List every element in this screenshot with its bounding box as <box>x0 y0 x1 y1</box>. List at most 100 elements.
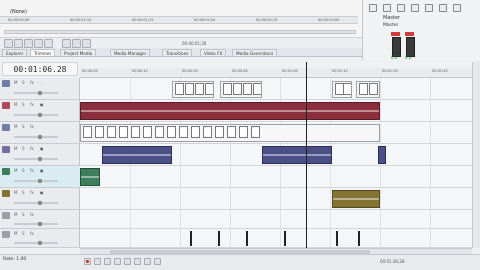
record-icon[interactable]: ● <box>40 191 45 195</box>
volume-slider[interactable] <box>14 242 58 244</box>
solo-icon[interactable]: S <box>22 81 27 85</box>
mute-icon[interactable] <box>411 4 419 12</box>
audio-clip[interactable] <box>80 168 100 186</box>
solo-icon[interactable]: S <box>22 103 27 107</box>
volume-slider[interactable] <box>14 202 58 204</box>
fx-icon[interactable]: fx <box>30 103 35 107</box>
solo-icon[interactable]: S <box>22 191 27 195</box>
volume-slider[interactable] <box>14 180 58 182</box>
add-to-timeline-button[interactable] <box>82 39 91 48</box>
timeline-tracks[interactable] <box>80 78 472 248</box>
go-to-end-button[interactable] <box>44 39 53 48</box>
mute-icon[interactable]: M <box>14 191 19 195</box>
tab-project-media[interactable]: Project Media <box>60 49 97 56</box>
pause-button[interactable] <box>124 258 131 265</box>
fx-icon[interactable]: fx <box>30 125 35 129</box>
mark-out-button[interactable] <box>72 39 81 48</box>
track-header[interactable]: M S fx ● <box>0 100 80 122</box>
lock-icon[interactable] <box>439 4 447 12</box>
track-header[interactable]: M S fx ● <box>0 166 80 188</box>
gear-icon[interactable] <box>369 4 377 12</box>
track-lane[interactable] <box>80 166 472 188</box>
fx-icon[interactable]: fx <box>30 81 35 85</box>
volume-knob[interactable] <box>38 201 42 205</box>
mute-icon[interactable]: M <box>14 232 19 236</box>
solo-icon[interactable]: S <box>22 169 27 173</box>
trimmer-scrollbar[interactable] <box>4 30 356 34</box>
audio-clip[interactable] <box>80 102 380 120</box>
fx-icon[interactable] <box>397 4 405 12</box>
fx-icon[interactable]: fx <box>30 147 35 151</box>
pause-button[interactable] <box>34 39 43 48</box>
loop-button[interactable] <box>94 258 101 265</box>
audio-clip[interactable] <box>332 190 380 208</box>
play-button[interactable] <box>114 258 121 265</box>
video-clip[interactable] <box>332 81 352 98</box>
solo-icon[interactable]: S <box>22 125 27 129</box>
event-marker[interactable] <box>190 231 192 246</box>
stop-button[interactable] <box>24 39 33 48</box>
track-lane[interactable] <box>80 100 472 122</box>
track-header[interactable]: M S fx <box>0 210 80 229</box>
mark-in-button[interactable] <box>62 39 71 48</box>
audio-clip[interactable] <box>102 146 172 164</box>
record-icon[interactable]: ● <box>40 169 45 173</box>
track-header[interactable]: M S fx ● <box>0 144 80 166</box>
volume-knob[interactable] <box>38 113 42 117</box>
video-clip[interactable] <box>220 81 262 98</box>
level-slider[interactable] <box>14 92 58 94</box>
tab-explorer[interactable]: Explorer <box>2 49 28 56</box>
video-clip[interactable] <box>172 81 214 98</box>
track-lane[interactable] <box>80 122 472 144</box>
record-icon[interactable]: ● <box>40 103 45 107</box>
solo-icon[interactable]: S <box>22 147 27 151</box>
tab-media-manager[interactable]: Media Manager <box>110 49 151 56</box>
level-knob[interactable] <box>38 135 42 139</box>
level-knob[interactable] <box>38 91 42 95</box>
stop-button[interactable] <box>134 258 141 265</box>
mute-icon[interactable]: M <box>14 81 19 85</box>
track-lane[interactable] <box>80 78 472 100</box>
fx-icon[interactable]: fx <box>30 191 35 195</box>
track-header[interactable]: M S fx <box>0 122 80 144</box>
record-button[interactable] <box>84 258 91 265</box>
event-marker[interactable] <box>218 231 220 246</box>
track-lane[interactable] <box>80 210 472 229</box>
video-clip[interactable] <box>356 81 380 98</box>
track-header[interactable]: M S fx ◦ <box>0 78 80 100</box>
go-to-start-button[interactable] <box>4 39 13 48</box>
playhead-cursor[interactable] <box>306 62 307 248</box>
eq-icon[interactable] <box>383 4 391 12</box>
solo-icon[interactable] <box>425 4 433 12</box>
event-marker[interactable] <box>284 231 286 246</box>
track-lane[interactable] <box>80 229 472 248</box>
volume-knob[interactable] <box>38 222 42 226</box>
record-icon[interactable]: ● <box>40 147 45 151</box>
go-to-start-button[interactable] <box>144 258 151 265</box>
event-marker[interactable] <box>358 231 360 246</box>
go-to-end-button[interactable] <box>154 258 161 265</box>
mute-icon[interactable]: M <box>14 103 19 107</box>
mute-icon[interactable]: M <box>14 169 19 173</box>
tab-video-fx[interactable]: Video FX <box>200 49 227 56</box>
mute-icon[interactable]: M <box>14 125 19 129</box>
fx-icon[interactable]: fx <box>30 232 35 236</box>
tab-transitions[interactable]: Transitions <box>162 49 193 56</box>
video-clip[interactable] <box>80 124 380 142</box>
volume-slider[interactable] <box>14 223 58 225</box>
mute-icon[interactable]: M <box>14 147 19 151</box>
mute-icon[interactable]: M <box>14 213 19 217</box>
volume-slider[interactable] <box>14 158 58 160</box>
fx-icon[interactable]: fx <box>30 169 35 173</box>
level-slider[interactable] <box>14 136 58 138</box>
solo-icon[interactable]: S <box>22 213 27 217</box>
volume-slider[interactable] <box>14 114 58 116</box>
volume-knob[interactable] <box>38 241 42 245</box>
track-lane[interactable] <box>80 188 472 210</box>
tab-media-generators[interactable]: Media Generators <box>232 49 278 56</box>
timeline-ruler[interactable]: 00:00:00 00:00:15 00:00:30 00:00:45 00:0… <box>80 68 472 78</box>
vertical-scrollbar[interactable] <box>472 62 480 248</box>
menu-icon[interactable] <box>453 4 461 12</box>
track-lane[interactable] <box>80 144 472 166</box>
volume-knob[interactable] <box>38 157 42 161</box>
